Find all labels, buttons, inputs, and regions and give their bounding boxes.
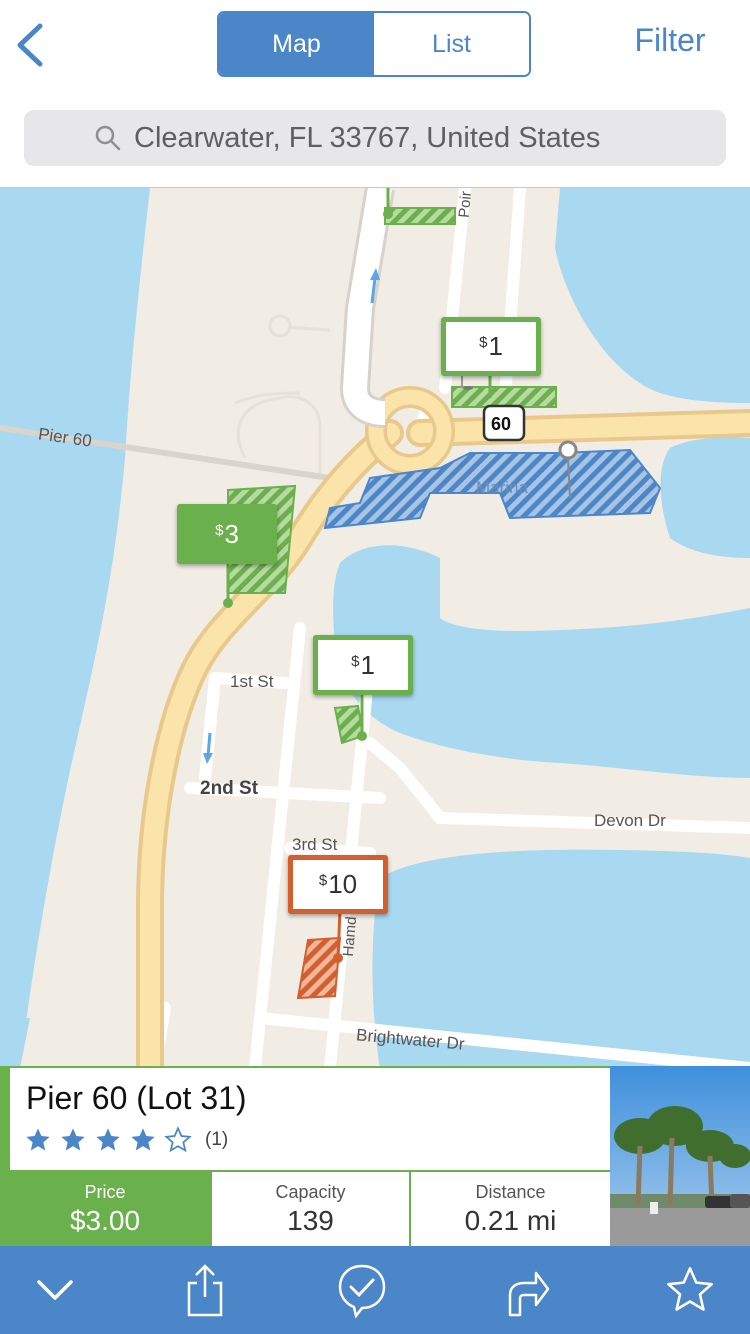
route-60-shield: 60 bbox=[491, 414, 512, 434]
map-view[interactable]: Pier 60 Marina 1st St 2nd St 3rd St Devo… bbox=[0, 188, 750, 1068]
star-rating: (1) bbox=[24, 1126, 228, 1154]
star-filled-icon bbox=[61, 1128, 85, 1151]
tab-map[interactable]: Map bbox=[219, 13, 374, 75]
tab-list[interactable]: List bbox=[374, 13, 529, 75]
filter-button[interactable]: Filter bbox=[610, 22, 730, 59]
collapse-button[interactable] bbox=[15, 1246, 95, 1334]
check-bubble-icon bbox=[338, 1264, 386, 1318]
star-filled-icon bbox=[131, 1128, 155, 1151]
search-input[interactable]: Clearwater, FL 33767, United States bbox=[134, 122, 600, 155]
share-icon bbox=[187, 1264, 223, 1317]
search-icon bbox=[95, 125, 121, 151]
price-pin[interactable]: $1 bbox=[313, 635, 413, 695]
lot-details-card[interactable]: Pier 60 (Lot 31) (1) Price $3.00 Capacit… bbox=[0, 1066, 750, 1246]
distance-stat: Distance 0.21 mi bbox=[411, 1172, 610, 1246]
favorite-button[interactable] bbox=[650, 1246, 730, 1334]
top-bar: Map List Filter Clearwater, FL 33767, Un… bbox=[0, 0, 750, 188]
capacity-stat: Capacity 139 bbox=[212, 1172, 409, 1246]
directions-icon bbox=[508, 1271, 550, 1317]
share-button[interactable] bbox=[165, 1246, 245, 1334]
price-pin[interactable]: $10 bbox=[288, 855, 388, 914]
chevron-down-icon bbox=[37, 1280, 73, 1300]
back-chevron-icon[interactable] bbox=[12, 22, 52, 68]
lot-summary: Pier 60 (Lot 31) (1) bbox=[10, 1068, 610, 1170]
search-bar[interactable]: Clearwater, FL 33767, United States bbox=[24, 110, 726, 166]
view-toggle: Map List bbox=[217, 11, 531, 77]
star-outline-icon bbox=[164, 1126, 192, 1153]
price-stat: Price $3.00 bbox=[0, 1172, 210, 1246]
street-label-3rd: 3rd St bbox=[292, 835, 338, 854]
star-filled-icon bbox=[26, 1128, 50, 1151]
palm-trees-photo bbox=[610, 1066, 750, 1246]
bottom-toolbar bbox=[0, 1246, 750, 1334]
street-label-1st: 1st St bbox=[230, 672, 274, 691]
check-in-button[interactable] bbox=[322, 1246, 402, 1334]
price-pin-selected[interactable]: $3 bbox=[177, 504, 277, 564]
rating-count: (1) bbox=[205, 1129, 229, 1150]
map-background bbox=[0, 188, 750, 1068]
street-label-marina: Marina bbox=[476, 478, 528, 497]
lot-photo[interactable] bbox=[610, 1066, 750, 1246]
lot-title: Pier 60 (Lot 31) bbox=[26, 1080, 247, 1116]
street-label-2nd: 2nd St bbox=[200, 778, 259, 799]
street-label-devon: Devon Dr bbox=[594, 811, 666, 830]
price-pin[interactable]: $1 bbox=[441, 317, 541, 376]
directions-button[interactable] bbox=[485, 1246, 565, 1334]
star-icon bbox=[667, 1267, 713, 1311]
street-label-hamden: Hamd bbox=[339, 915, 361, 958]
street-label-poinsettia: Poir bbox=[455, 190, 475, 219]
star-filled-icon bbox=[96, 1128, 120, 1151]
